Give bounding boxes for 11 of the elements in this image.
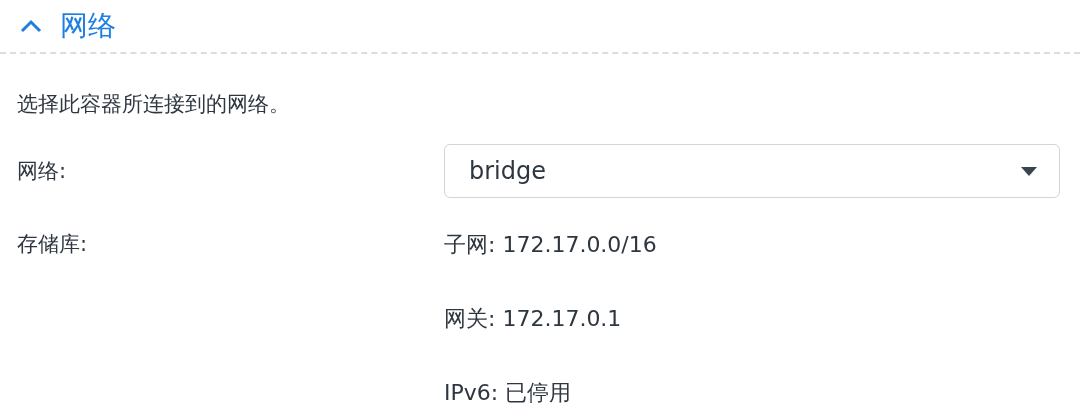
section-title: 网络: [60, 9, 116, 43]
chevron-up-icon: [20, 19, 42, 33]
network-select[interactable]: bridge: [444, 144, 1060, 198]
storage-label: 存储库:: [17, 231, 89, 258]
caret-icon: [1021, 166, 1037, 176]
network-label: 网络:: [17, 158, 68, 185]
network-detail: 子网: 172.17.0.0/16: [444, 231, 658, 259]
network-detail: 网关: 172.17.0.1: [444, 305, 623, 333]
section-header[interactable]: 网络: [0, 0, 1080, 54]
network-detail: IPv6: 已停用: [444, 379, 573, 403]
description-text: 选择此容器所连接到的网络。: [17, 92, 290, 116]
